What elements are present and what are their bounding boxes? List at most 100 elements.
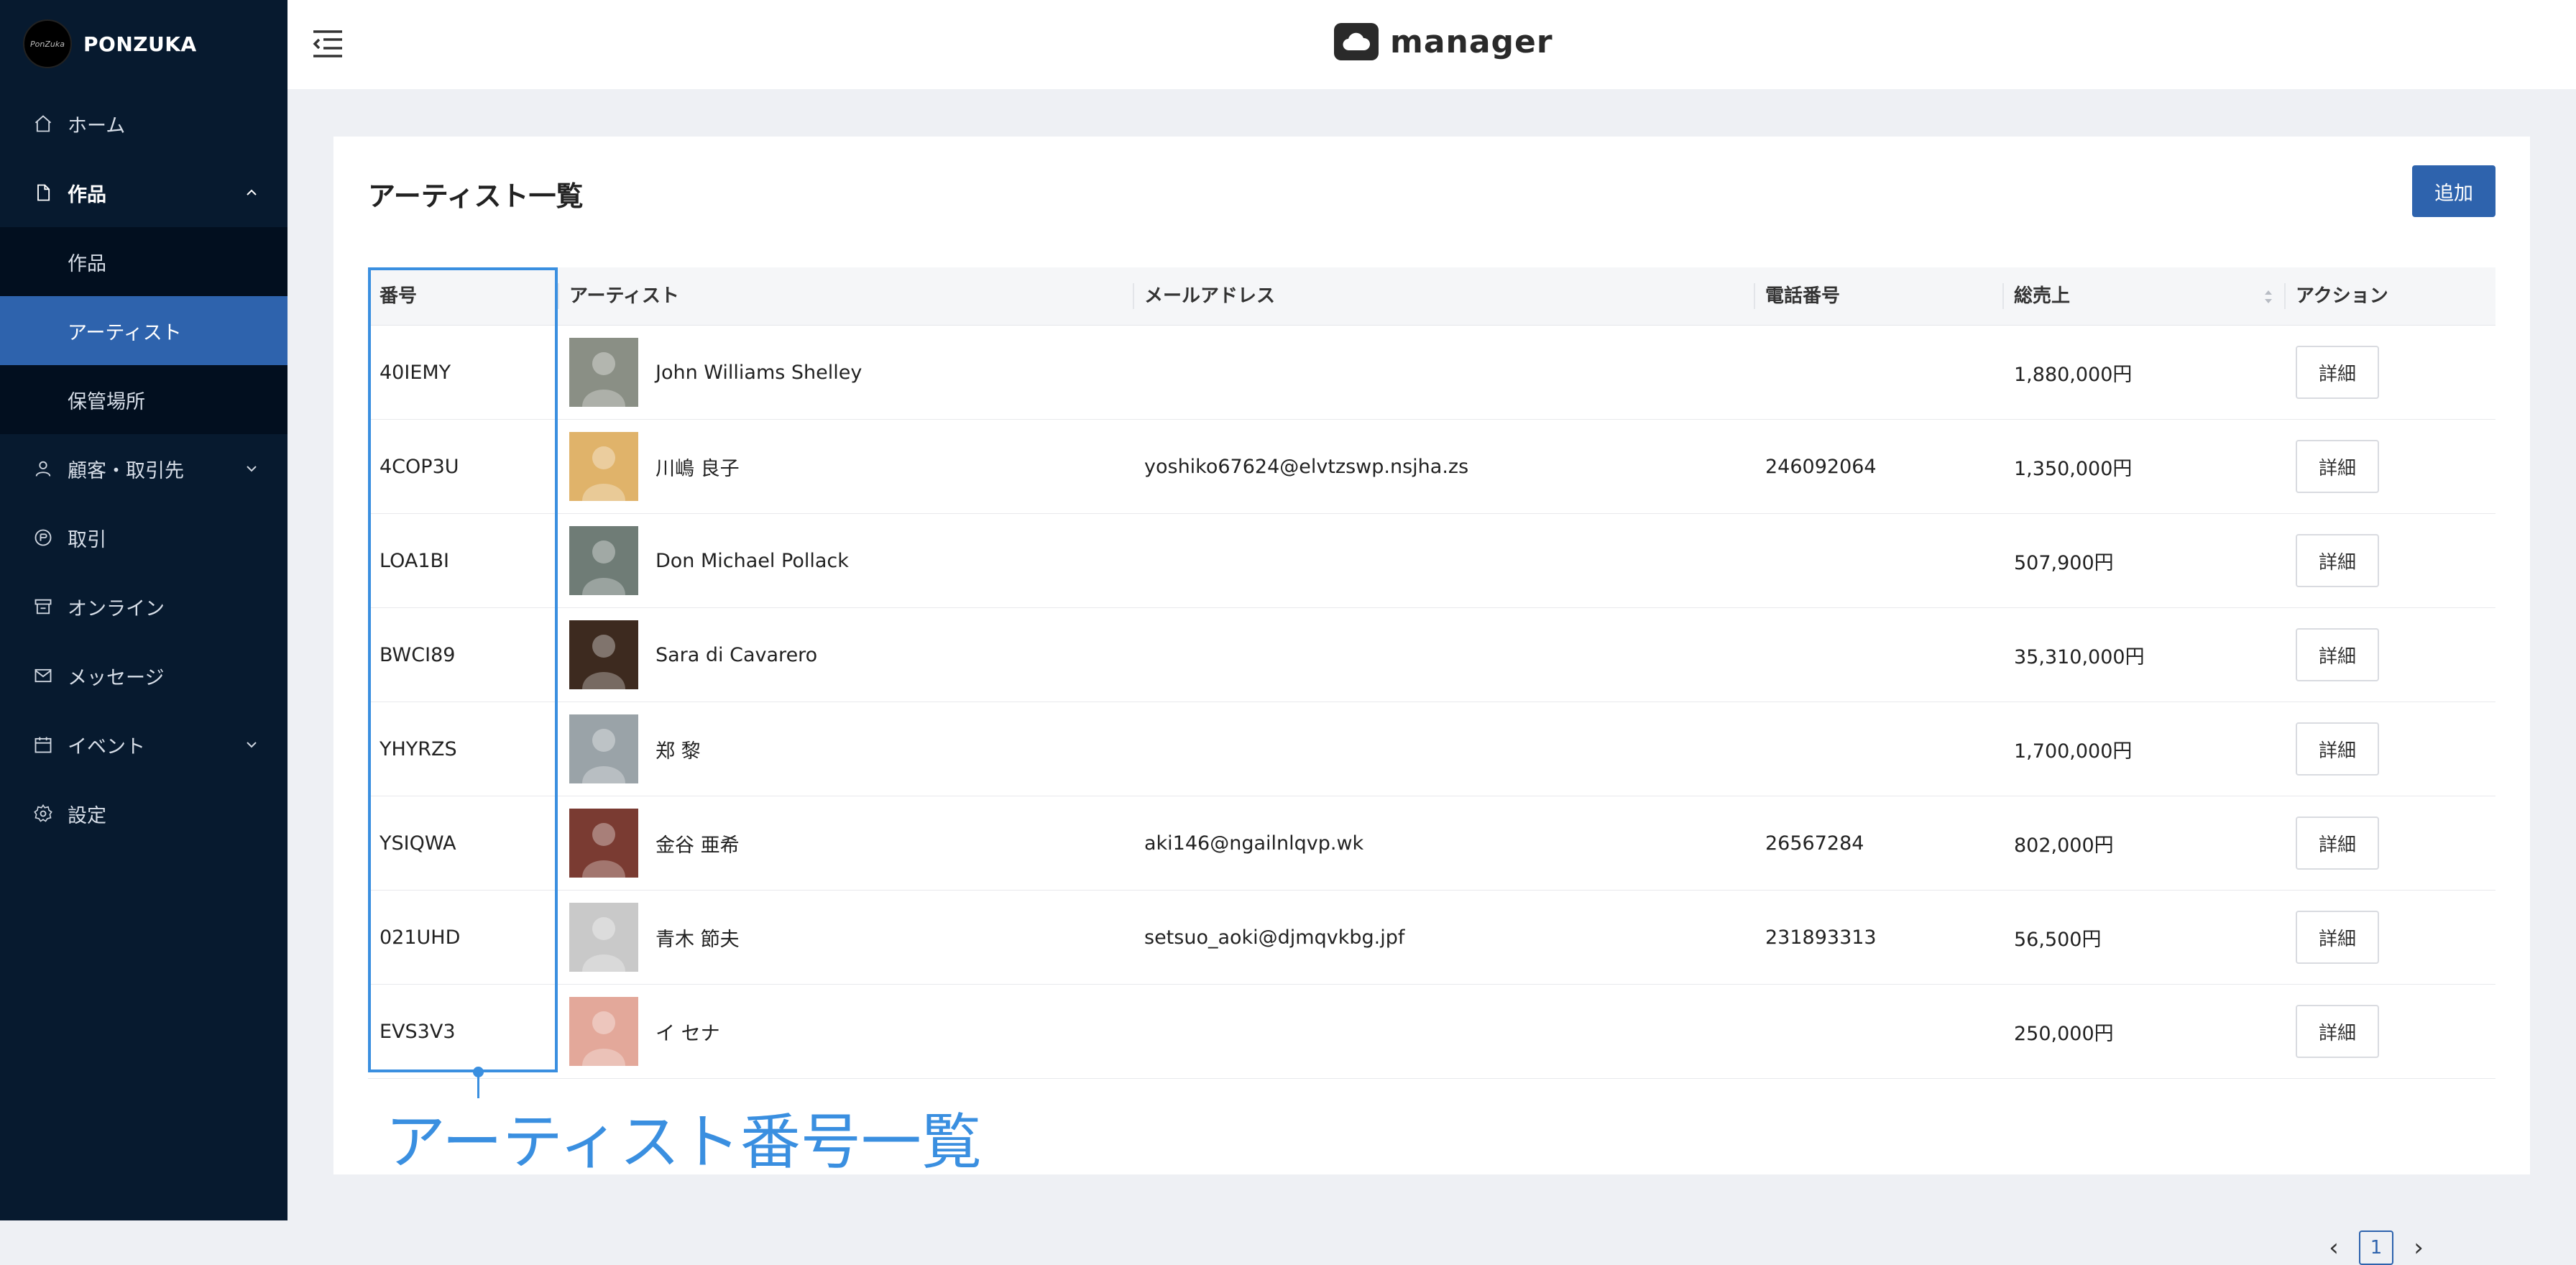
artist-name[interactable]: 青木 節夫 [656, 924, 740, 952]
detail-button[interactable]: 詳細 [2296, 911, 2379, 964]
detail-button[interactable]: 詳細 [2296, 346, 2379, 399]
shop-icon [34, 599, 52, 615]
cell-sales: 507,900円 [2014, 551, 2114, 574]
cell-sales: 1,700,000円 [2014, 740, 2133, 763]
add-button[interactable]: 追加 [2412, 165, 2496, 217]
cell-action: 詳細 [2284, 985, 2496, 1078]
table-row: 4COP3U 川嶋 良子 yoshiko67624@elvtzswp.nsjha.z… [368, 420, 2496, 514]
table-row: 021UHD 青木 節夫 setsuo_aoki@djmqvkbg.jpf 23189… [368, 891, 2496, 985]
cell-sales: 56,500円 [2014, 928, 2102, 951]
artist-name[interactable]: 川嶋 良子 [656, 453, 740, 481]
cell-email: setsuo_aoki@djmqvkbg.jpf [1144, 926, 1405, 949]
sidebar-item-label: 作品 [68, 183, 106, 206]
cell-sales: 1,350,000円 [2014, 457, 2133, 480]
detail-button[interactable]: 詳細 [2296, 534, 2379, 587]
chevron-down-icon [247, 466, 257, 472]
artist-name[interactable]: Don Michael Pollack [656, 550, 849, 572]
detail-button[interactable]: 詳細 [2296, 816, 2379, 870]
table-row: 40IEMY John Williams Shelley 1,880,000円 詳細 [368, 326, 2496, 420]
cell-sales: 1,880,000円 [2014, 363, 2133, 386]
cell-id: 4COP3U [380, 455, 459, 478]
cloud-icon [1334, 23, 1379, 60]
cell-id: BWCI89 [380, 643, 456, 666]
cell-id: YSIQWA [380, 832, 456, 855]
sidebar-item-customers[interactable]: 顧客・取引先 [0, 434, 288, 503]
artist-avatar [569, 997, 638, 1066]
artist-avatar [569, 809, 638, 878]
artist-avatar [569, 526, 638, 595]
artist-avatar [569, 432, 638, 501]
sidebar-item-label: ホーム [68, 114, 126, 137]
sidebar-item-works[interactable]: 作品 [0, 158, 288, 227]
cell-artist: 青木 節夫 [558, 891, 1133, 984]
cell-phone: 231893313 [1765, 926, 1877, 949]
transaction-icon [34, 529, 52, 546]
cell-artist: Sara di Cavarero [558, 608, 1133, 702]
cell-email: aki146@ngailnlqvp.wk [1144, 832, 1364, 855]
sidebar-item-messages[interactable]: メッセージ [0, 641, 288, 710]
menu-toggle-icon[interactable] [312, 29, 344, 59]
cell-phone: 26567284 [1765, 832, 1864, 855]
detail-button[interactable]: 詳細 [2296, 1005, 2379, 1058]
sidebar-item-label: 設定 [68, 804, 106, 827]
sidebar-item-transactions[interactable]: 取引 [0, 503, 288, 572]
artist-avatar [569, 714, 638, 783]
app-logo[interactable]: manager [1334, 23, 1553, 60]
chevron-down-icon [247, 742, 257, 748]
cell-id: EVS3V3 [380, 1020, 456, 1043]
cell-artist: John Williams Shelley [558, 326, 1133, 419]
cell-action: 詳細 [2284, 891, 2496, 984]
column-header-phone: 電話番号 [1754, 267, 2002, 325]
sidebar-item-settings[interactable]: 設定 [0, 779, 288, 848]
prev-page-button[interactable]: ‹ [2323, 1233, 2345, 1262]
artist-name[interactable]: 金谷 亜希 [656, 829, 740, 857]
cell-action: 詳細 [2284, 420, 2496, 513]
annotation-dot [473, 1067, 484, 1077]
brand[interactable]: PonZuka PONZUKA [23, 19, 197, 68]
sidebar-item-label: オンライン [68, 597, 165, 620]
detail-button[interactable]: 詳細 [2296, 440, 2379, 493]
cell-email [1133, 702, 1754, 796]
sidebar-item-label: 取引 [68, 528, 106, 551]
sort-icon[interactable] [2263, 286, 2274, 308]
brand-name: PONZUKA [83, 32, 197, 56]
sidebar-subitem-works[interactable]: 作品 [0, 227, 288, 296]
cell-email [1133, 514, 1754, 607]
cell-phone [1754, 702, 2002, 796]
cell-action: 詳細 [2284, 326, 2496, 419]
sidebar-item-home[interactable]: ホーム [0, 89, 288, 158]
sidebar-item-label: メッセージ [68, 666, 165, 689]
annotation-label: アーティスト番号一覧 [385, 1107, 982, 1177]
cell-phone [1754, 326, 2002, 419]
artist-name[interactable]: 郑 黎 [656, 735, 701, 763]
cell-id: LOA1BI [380, 549, 449, 572]
sidebar-item-label: イベント [68, 735, 145, 758]
cell-id: YHYRZS [380, 737, 457, 760]
detail-button[interactable]: 詳細 [2296, 722, 2379, 776]
sidebar-subitem-artists[interactable]: アーティスト [0, 296, 288, 365]
cell-id: 021UHD [380, 926, 461, 949]
cell-phone: 246092064 [1765, 455, 1877, 478]
sidebar-item-events[interactable]: イベント [0, 710, 288, 779]
sidebar-subitem-storage[interactable]: 保管場所 [0, 365, 288, 434]
cell-artist: Don Michael Pollack [558, 514, 1133, 607]
sidebar: PonZuka PONZUKA ホーム 作品 作品 アーティスト 保管場所 顧客… [0, 0, 288, 1220]
app-logo-text: manager [1390, 23, 1553, 60]
detail-button[interactable]: 詳細 [2296, 628, 2379, 681]
cell-phone [1754, 985, 2002, 1078]
artist-avatar [569, 620, 638, 689]
column-header-sales[interactable]: 総売上 [2002, 267, 2284, 325]
cell-email [1133, 985, 1754, 1078]
user-icon [35, 461, 51, 477]
next-page-button[interactable]: › [2408, 1233, 2429, 1262]
artist-name[interactable]: イ セナ [656, 1018, 720, 1046]
table-row: YSIQWA 金谷 亜希 aki146@ngailnlqvp.wk 26567284 8… [368, 796, 2496, 891]
artist-name[interactable]: Sara di Cavarero [656, 644, 817, 666]
artist-avatar [569, 338, 638, 407]
mail-icon [34, 668, 52, 683]
page-number-current[interactable]: 1 [2359, 1230, 2393, 1265]
brand-logo-mark: PonZuka [30, 39, 65, 49]
sidebar-item-online[interactable]: オンライン [0, 572, 288, 641]
table-body: 40IEMY John Williams Shelley 1,880,000円 詳細 4… [368, 326, 2496, 1079]
artist-name[interactable]: John Williams Shelley [656, 362, 862, 384]
